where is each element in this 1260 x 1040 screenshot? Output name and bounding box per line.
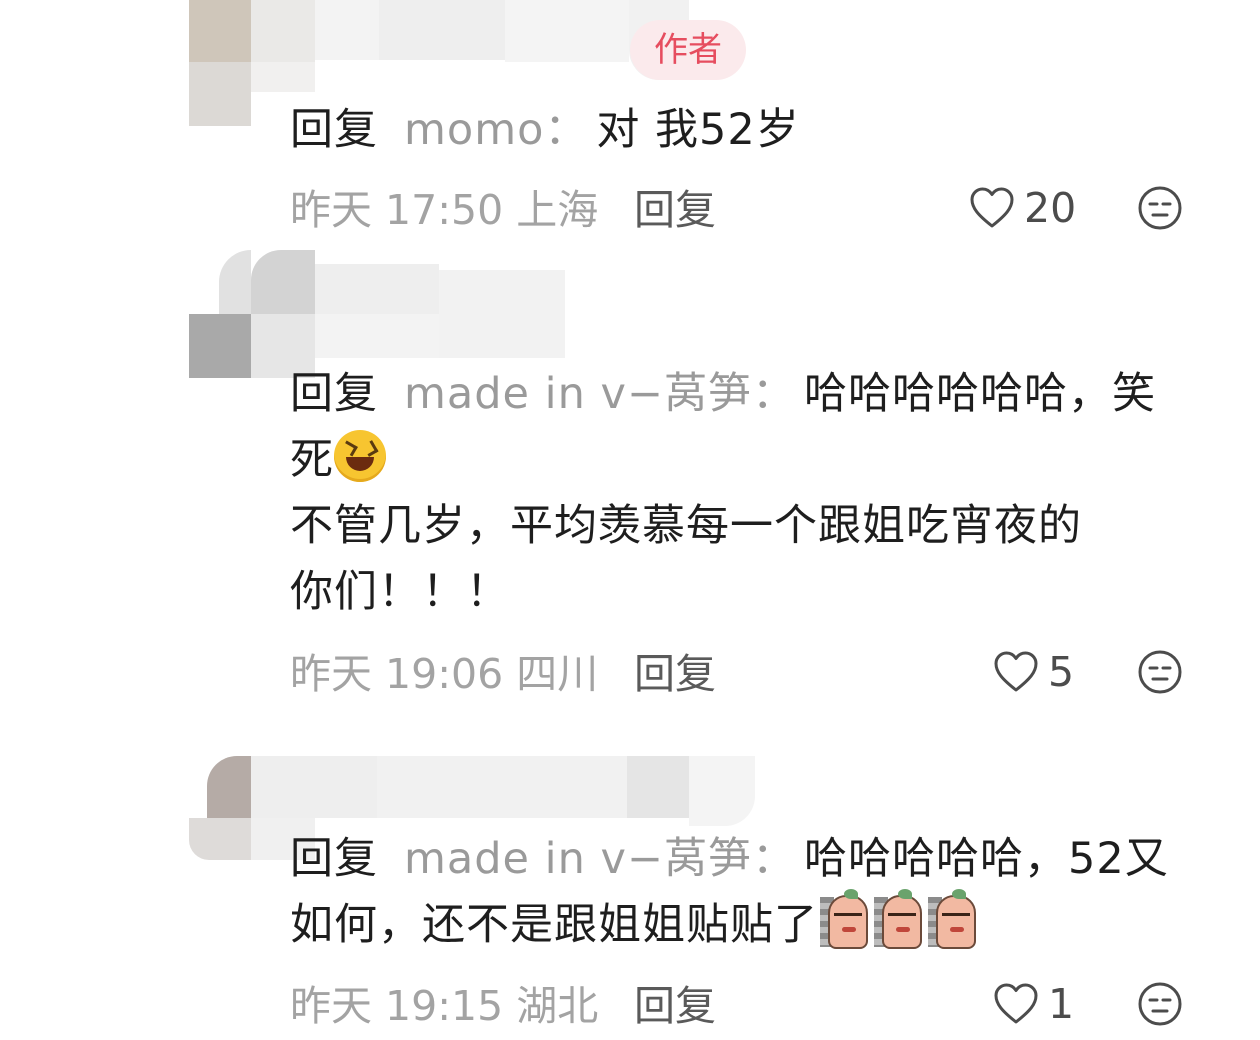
comment-meta: 昨天 19:06 四川 回复 5 xyxy=(290,644,1210,704)
peek-sticker-icon xyxy=(928,889,980,949)
comment-line: 回复 made in v−莴笋： 哈哈哈哈哈，52又 xyxy=(290,826,1190,892)
comment-body: 哈哈哈哈哈，52又 xyxy=(804,834,1169,884)
comment-item: 回复 made in v−莴笋： 哈哈哈哈哈哈，笑 死 不管几岁，平均羡慕每一个跟姐… xyxy=(0,250,1260,720)
reply-colon: ： xyxy=(752,369,797,419)
comment-time-location: 昨天 17:50 上海 xyxy=(290,186,599,234)
heart-icon xyxy=(994,651,1038,692)
comment-body: 对 我52岁 xyxy=(596,105,800,155)
heart-icon xyxy=(994,983,1038,1024)
comment-line: 如何，还不是跟姐姐贴贴了 xyxy=(290,889,1190,958)
comment-body: 哈哈哈哈哈哈，笑 xyxy=(804,369,1157,419)
comment-text[interactable]: 回复 made in v−莴笋： 哈哈哈哈哈哈，笑 死 不管几岁，平均羡慕每一个跟姐… xyxy=(290,361,1190,625)
comment-item: 作者 回复 momo：对 我52岁 昨天 17:50 上海 回复 20 xyxy=(0,0,1260,250)
reply-username[interactable]: momo xyxy=(404,105,544,155)
comment-text[interactable]: 回复 made in v−莴笋： 哈哈哈哈哈，52又 如何，还不是跟姐姐贴贴了 xyxy=(290,826,1190,958)
comment-meta: 昨天 17:50 上海 回复 20 xyxy=(290,180,1210,240)
comment-item: 回复 made in v−莴笋： 哈哈哈哈哈，52又 如何，还不是跟姐姐贴贴了 昨天… xyxy=(0,720,1260,1030)
author-badge: 作者 xyxy=(630,20,746,80)
comment-meta: 昨天 19:15 湖北 回复 1 xyxy=(290,976,1210,1036)
like-button[interactable]: 5 xyxy=(992,648,1074,700)
comment-body: 死 xyxy=(290,435,334,485)
dislike-face-icon[interactable] xyxy=(1136,648,1184,696)
reply-button[interactable]: 回复 xyxy=(634,644,716,704)
like-count: 20 xyxy=(1024,184,1077,232)
peek-sticker-icon xyxy=(820,889,872,949)
dislike-face-icon[interactable] xyxy=(1136,980,1184,1028)
reply-colon: ： xyxy=(752,834,797,884)
peek-sticker-icon xyxy=(874,889,926,949)
comment-body: 不管几岁，平均羡慕每一个跟姐吃宵夜的 xyxy=(290,501,1082,551)
dislike-face-icon[interactable] xyxy=(1136,184,1184,232)
reply-button[interactable]: 回复 xyxy=(634,180,716,240)
reply-prefix: 回复 xyxy=(290,369,378,419)
comment-time-location: 昨天 19:15 湖北 xyxy=(290,982,599,1030)
reply-username[interactable]: made in v−莴笋 xyxy=(404,834,752,884)
comment-line: 你们！！！ xyxy=(290,559,1190,625)
like-count: 5 xyxy=(1048,648,1075,696)
comment-body: 如何，还不是跟姐姐贴贴了 xyxy=(290,900,818,950)
reply-colon: ： xyxy=(544,105,589,155)
reply-username[interactable]: made in v−莴笋 xyxy=(404,369,752,419)
heart-icon xyxy=(970,187,1014,228)
like-count: 1 xyxy=(1048,980,1075,1028)
comment-body: 你们！！！ xyxy=(290,567,510,617)
comment-line: 不管几岁，平均羡慕每一个跟姐吃宵夜的 xyxy=(290,493,1190,559)
like-button[interactable]: 1 xyxy=(992,980,1074,1032)
reply-prefix: 回复 xyxy=(290,105,378,155)
comment-time-location: 昨天 19:06 四川 xyxy=(290,650,599,698)
reply-button[interactable]: 回复 xyxy=(634,976,716,1036)
comment-text[interactable]: 回复 momo：对 我52岁 xyxy=(290,97,1190,163)
like-button[interactable]: 20 xyxy=(968,184,1076,236)
laughing-emoji-icon xyxy=(334,430,386,482)
comment-line: 死 xyxy=(290,427,1190,493)
reply-prefix: 回复 xyxy=(290,834,378,884)
comment-line: 回复 made in v−莴笋： 哈哈哈哈哈哈，笑 xyxy=(290,361,1190,427)
blurred-user-header xyxy=(189,250,769,378)
